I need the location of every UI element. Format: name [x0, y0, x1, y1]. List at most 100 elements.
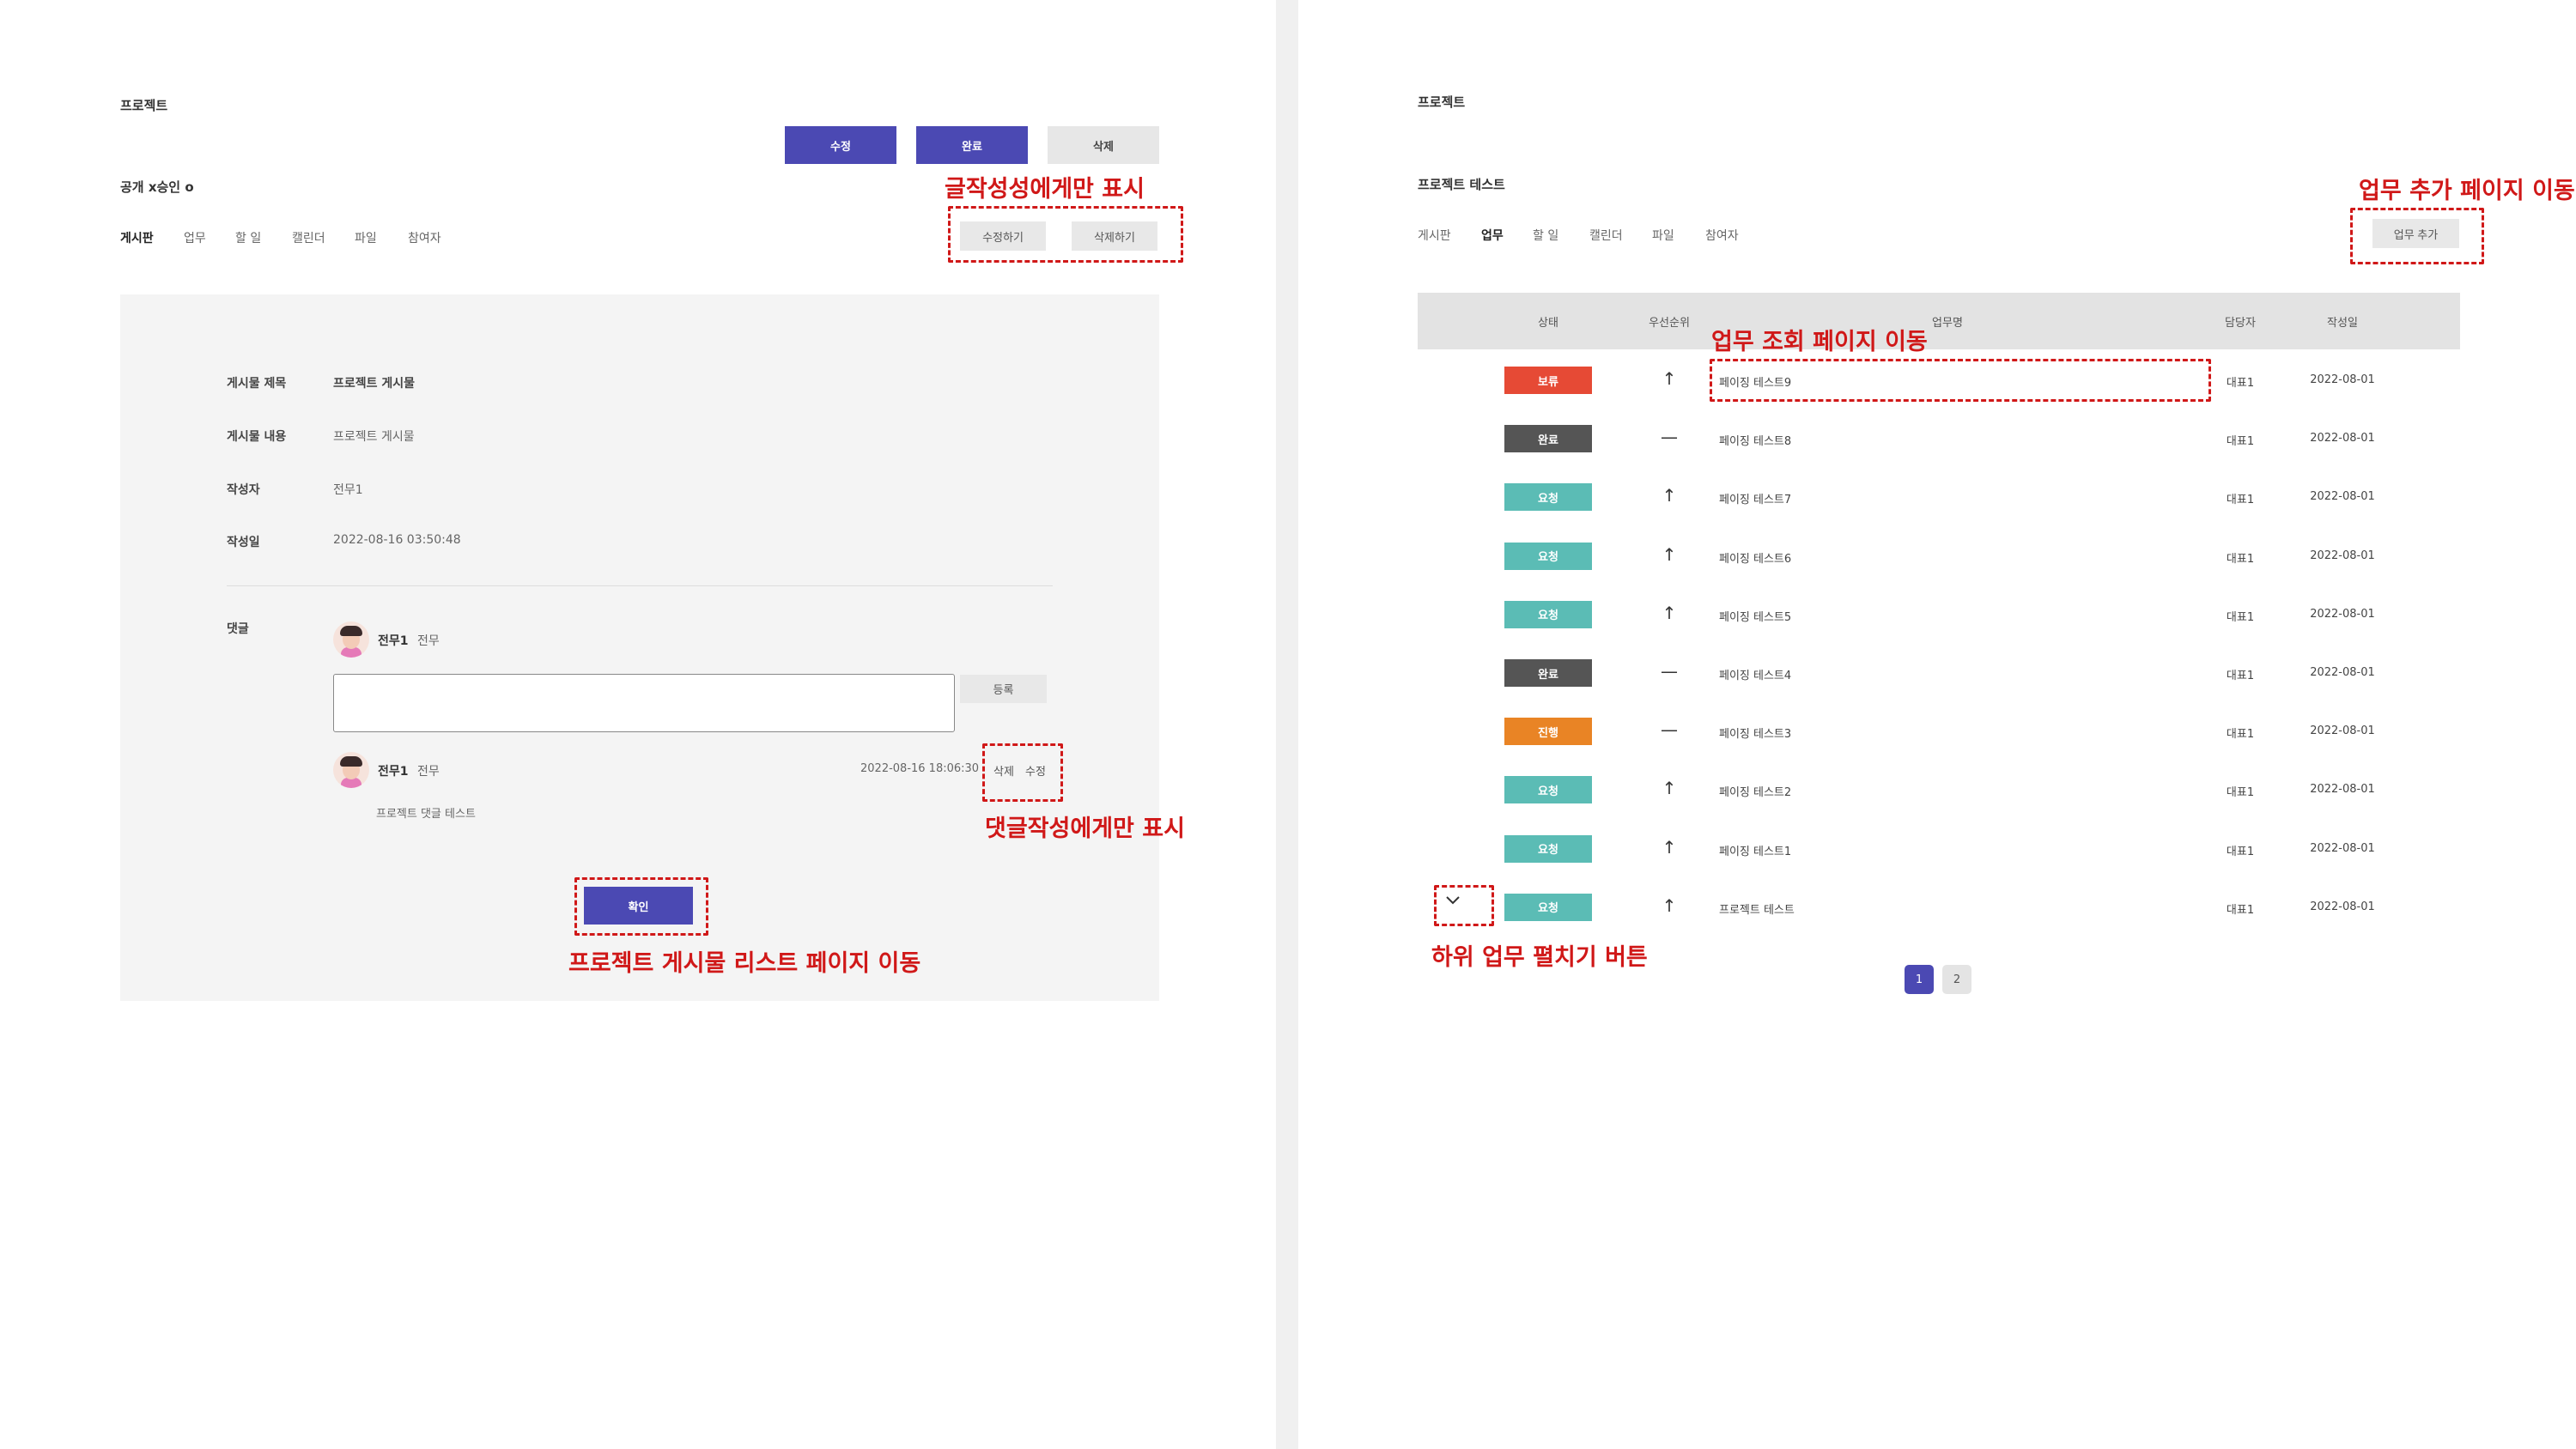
complete-button[interactable]: 완료: [916, 126, 1028, 164]
post-date-value: 2022-08-16 03:50:48: [333, 533, 461, 547]
comment-author-name: 전무1: [378, 765, 409, 779]
dash-icon: —: [1661, 661, 1678, 682]
status-badge: 보류: [1504, 367, 1592, 394]
delete-button[interactable]: 삭제: [1048, 126, 1159, 164]
dash-icon: —: [1661, 427, 1678, 448]
annotation-box-expand: [1434, 885, 1494, 926]
page-title: 프로젝트: [120, 98, 168, 113]
post-title-label: 게시물 제목: [227, 377, 287, 391]
assignee-cell: 대표1: [2226, 377, 2255, 390]
date-cell: 2022-08-01: [2310, 666, 2375, 679]
status-badge: 완료: [1504, 659, 1592, 687]
header-task-name: 업무명: [1932, 317, 1963, 330]
status-badge: 요청: [1504, 542, 1592, 570]
status-badge: 완료: [1504, 425, 1592, 453]
status-badge: 요청: [1504, 893, 1592, 921]
post-date-label: 작성일: [227, 536, 260, 549]
arrow-up-icon: ↑: [1662, 894, 1677, 916]
tab-participants[interactable]: 참여자: [408, 229, 441, 246]
assignee-cell: 대표1: [2226, 728, 2255, 742]
task-name-link[interactable]: 페이징 테스트3: [1719, 724, 1791, 741]
comment-author-rank: 전무: [417, 765, 440, 779]
annotation-post-author-only: 글작성성에게만 표시: [945, 176, 1145, 203]
task-name-link[interactable]: 페이징 테스트1: [1719, 842, 1791, 858]
tab-tasks[interactable]: 업무: [184, 229, 206, 246]
date-cell: 2022-08-01: [2310, 490, 2375, 504]
tab-board[interactable]: 게시판: [1418, 227, 1451, 244]
current-user-avatar: [333, 621, 369, 658]
edit-button[interactable]: 수정: [785, 126, 896, 164]
status-badge: 요청: [1504, 834, 1592, 863]
assignee-cell: 대표1: [2226, 903, 2255, 917]
date-cell: 2022-08-01: [2310, 432, 2375, 446]
page-2-button[interactable]: 2: [1942, 965, 1971, 994]
task-name-link[interactable]: 페이징 테스트5: [1719, 608, 1791, 624]
task-name-link[interactable]: 페이징 테스트6: [1719, 549, 1791, 566]
annotation-box-confirm: [574, 877, 708, 936]
assignee-cell: 대표1: [2226, 435, 2255, 449]
arrow-up-icon: ↑: [1662, 602, 1677, 623]
tab-todo[interactable]: 할 일: [1533, 227, 1558, 244]
comment-avatar: [333, 752, 369, 788]
annotation-box-task-name: [1710, 359, 2211, 402]
comment-date: 2022-08-16 18:06:30: [860, 762, 980, 775]
project-name: 프로젝트 테스트: [1418, 177, 1505, 192]
tab-calendar[interactable]: 캘린더: [1589, 227, 1623, 244]
task-name-link[interactable]: 페이징 테스트4: [1719, 666, 1791, 682]
assignee-cell: 대표1: [2226, 670, 2255, 682]
annotation-comment-author-only: 댓글작성에게만 표시: [985, 815, 1185, 842]
header-date: 작성일: [2327, 317, 2358, 330]
task-name-link[interactable]: 프로젝트 테스트: [1719, 900, 1795, 917]
post-author-value: 전무1: [333, 483, 363, 497]
annotation-go-to-add-task: 업무 추가 페이지 이동: [2359, 178, 2575, 204]
status-badge: 요청: [1504, 483, 1592, 512]
task-name-link[interactable]: 페이징 테스트2: [1719, 783, 1791, 799]
tab-board[interactable]: 게시판: [120, 229, 154, 246]
date-cell: 2022-08-01: [2310, 841, 2375, 855]
arrow-up-icon: ↑: [1662, 485, 1677, 506]
annotation-box-post-actions: [948, 206, 1183, 263]
comment-register-button[interactable]: 등록: [960, 675, 1047, 703]
section-divider: [227, 585, 1053, 586]
page-1-button[interactable]: 1: [1905, 965, 1934, 994]
post-title-value: 프로젝트 게시물: [333, 377, 416, 391]
tab-calendar[interactable]: 캘린더: [292, 229, 325, 246]
arrow-up-icon: ↑: [1662, 543, 1677, 565]
status-badge: 진행: [1504, 718, 1592, 746]
task-name-link[interactable]: 페이징 테스트7: [1719, 490, 1791, 506]
arrow-up-icon: ↑: [1662, 778, 1677, 799]
tab-files[interactable]: 파일: [355, 229, 377, 246]
post-content-label: 게시물 내용: [227, 430, 287, 444]
post-author-label: 작성자: [227, 483, 260, 497]
annotation-box-add-task: [2350, 208, 2484, 264]
annotation-expand-subtasks: 하위 업무 펼치기 버튼: [1431, 944, 1648, 971]
current-user-name: 전무1: [378, 634, 409, 648]
status-badge: 요청: [1504, 600, 1592, 628]
post-content-value: 프로젝트 게시물: [333, 430, 415, 444]
header-priority: 우선순위: [1649, 317, 1690, 330]
date-cell: 2022-08-01: [2310, 724, 2375, 738]
assignee-cell: 대표1: [2226, 552, 2255, 566]
date-cell: 2022-08-01: [2310, 373, 2375, 386]
annotation-go-to-task-view: 업무 조회 페이지 이동: [1711, 329, 1928, 355]
tab-tasks[interactable]: 업무: [1481, 227, 1504, 244]
comment-text: 프로젝트 댓글 테스트: [376, 808, 476, 821]
date-cell: 2022-08-01: [2310, 607, 2375, 621]
date-cell: 2022-08-01: [2310, 549, 2375, 562]
comment-input[interactable]: [333, 674, 955, 732]
assignee-cell: 대표1: [2226, 845, 2255, 858]
header-assignee: 담당자: [2225, 317, 2256, 330]
date-cell: 2022-08-01: [2310, 900, 2375, 913]
tab-todo[interactable]: 할 일: [235, 229, 261, 246]
assignee-cell: 대표1: [2226, 494, 2255, 507]
header-status: 상태: [1538, 317, 1558, 330]
comments-label: 댓글: [227, 622, 249, 636]
arrow-up-icon: ↑: [1662, 368, 1677, 389]
assignee-cell: 대표1: [2226, 610, 2255, 624]
task-name-link[interactable]: 페이징 테스트8: [1719, 432, 1791, 448]
assignee-cell: 대표1: [2226, 786, 2255, 800]
tab-participants[interactable]: 참여자: [1705, 227, 1739, 244]
date-cell: 2022-08-01: [2310, 783, 2375, 797]
tab-files[interactable]: 파일: [1652, 227, 1674, 244]
annotation-box-comment-actions: [982, 743, 1063, 802]
